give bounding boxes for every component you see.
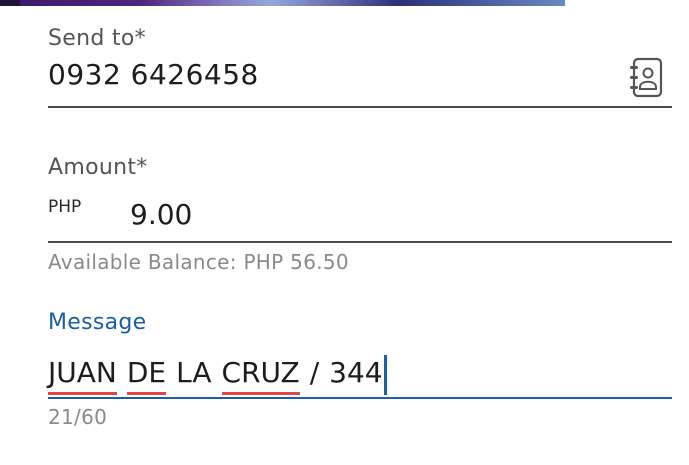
message-word: CRUZ (221, 356, 300, 395)
send-to-label: Send to* (48, 26, 146, 51)
message-label: Message (48, 310, 147, 335)
text-cursor (383, 355, 387, 395)
send-to-input[interactable]: 0932 6426458 (48, 58, 259, 91)
message-word: / (309, 356, 320, 389)
message-word: JUAN (48, 356, 117, 395)
contact-book-icon[interactable] (627, 56, 665, 100)
message-input[interactable]: JUAN DE LA CRUZ / 344 (48, 349, 387, 395)
header-banner (0, 0, 565, 6)
amount-label: Amount* (48, 155, 148, 180)
message-word: LA (176, 356, 212, 389)
available-balance: Available Balance: PHP 56.50 (48, 250, 349, 274)
amount-underline (48, 241, 672, 243)
message-word: 344 (329, 356, 383, 389)
character-counter: 21/60 (48, 405, 108, 429)
message-underline (48, 397, 672, 399)
message-word: DE (126, 356, 167, 395)
currency-prefix: PHP (48, 197, 82, 217)
amount-input[interactable]: 9.00 (130, 198, 192, 231)
send-to-underline (48, 106, 672, 108)
